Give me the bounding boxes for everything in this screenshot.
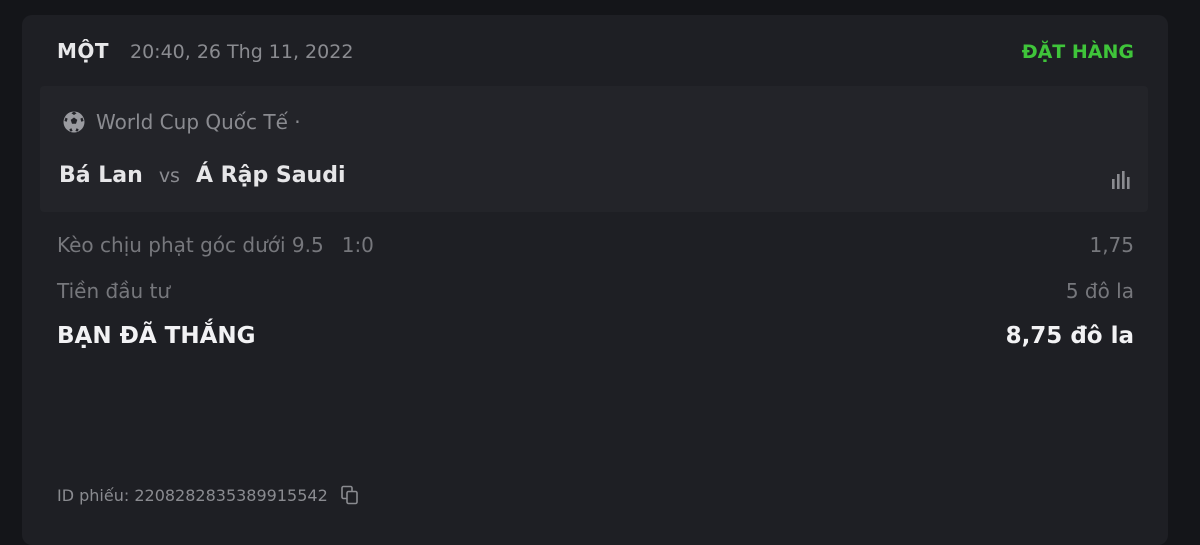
soccer-ball-icon: [63, 111, 85, 133]
winnings-value: 8,75 đô la: [1005, 323, 1134, 349]
ticket-id: ID phiếu: 22082828353899155​42: [57, 485, 328, 505]
bet-ticket-card: MỘT 20:40, 26 Thg 11, 2022 ĐẶT HÀNG Worl…: [22, 15, 1168, 545]
bet-datetime: 20:40, 26 Thg 11, 2022: [130, 41, 354, 63]
copy-icon[interactable]: [340, 485, 360, 505]
away-team: Á Rập Saudi: [195, 163, 346, 188]
stake-row: Tiền đầu tư 5 đô la: [57, 279, 1134, 303]
event-box[interactable]: World Cup Quốc Tế · Bá Lan vs Á Rập Saud…: [40, 86, 1148, 212]
vs-label: vs: [158, 165, 180, 187]
stake-value: 5 đô la: [1065, 279, 1134, 303]
bet-market: Kèo chịu phạt góc dưới 9.5: [57, 233, 324, 257]
league-name: World Cup Quốc Tế ·: [96, 110, 301, 134]
winnings-label: BẠN ĐÃ THẮNG: [57, 323, 256, 349]
home-team: Bá Lan: [59, 163, 143, 188]
ticket-id-row: ID phiếu: 22082828353899155​42: [57, 485, 360, 505]
bar-chart-icon[interactable]: [1110, 170, 1132, 190]
bet-type-label: MỘT: [57, 39, 110, 63]
bet-odds: 1,75: [1089, 233, 1134, 257]
bet-score: 1:0: [341, 233, 374, 257]
bet-selection-row: Kèo chịu phạt góc dưới 9.5 1:0 1,75: [57, 233, 1134, 257]
winnings-row: BẠN ĐÃ THẮNG 8,75 đô la: [57, 323, 1134, 349]
stake-label: Tiền đầu tư: [57, 279, 170, 303]
match-teams: Bá Lan vs Á Rập Saudi: [59, 163, 346, 188]
league-row: World Cup Quốc Tế ·: [62, 108, 301, 136]
status-badge: ĐẶT HÀNG: [1021, 41, 1134, 63]
